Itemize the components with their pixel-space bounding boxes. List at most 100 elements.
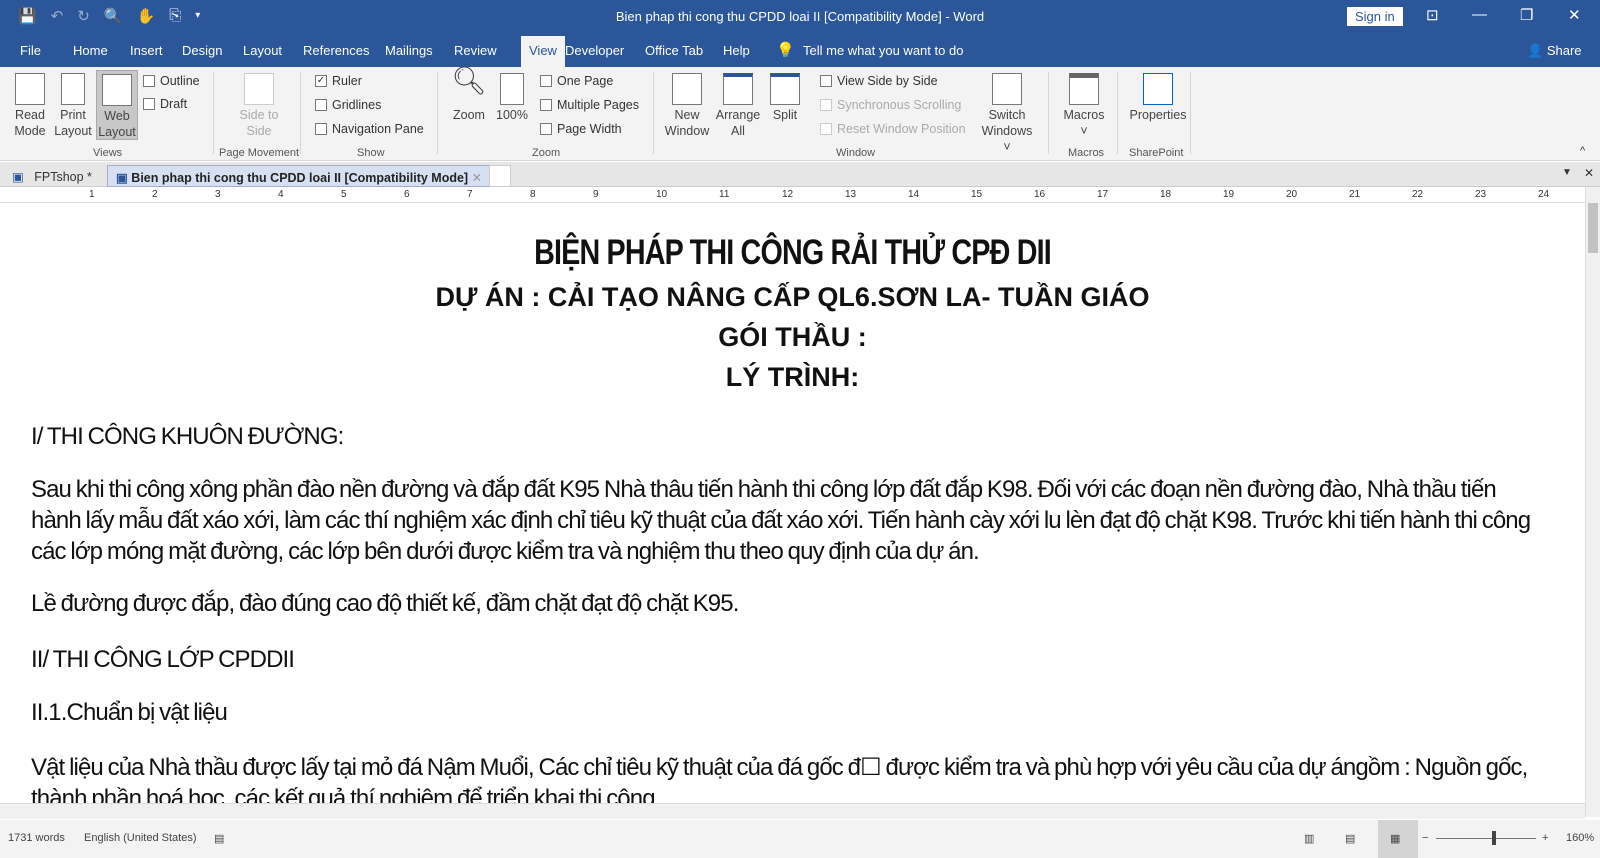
divider <box>1190 72 1191 154</box>
document-tabs: ▣ FPTshop * ▣ Bien phap thi cong thu CPD… <box>0 162 1600 187</box>
gridlines-checkbox[interactable]: Gridlines <box>315 98 381 112</box>
new-window-button[interactable]: New Window <box>662 73 712 139</box>
ruler-number: 3 <box>215 189 221 200</box>
switch-windows-button[interactable]: Switch Windows ˅ <box>978 73 1036 155</box>
one-page-button[interactable]: One Page <box>540 74 613 88</box>
one-page-icon <box>540 75 552 87</box>
divider <box>1117 72 1118 154</box>
person-icon: 👤 <box>1527 43 1544 58</box>
tab-home[interactable]: Home <box>73 43 108 58</box>
vertical-scrollbar[interactable] <box>1585 187 1600 817</box>
draft-button[interactable]: Draft <box>143 97 187 111</box>
ruler-number: 14 <box>908 189 920 200</box>
ruler-number: 6 <box>404 189 410 200</box>
divider <box>300 72 301 154</box>
macros-button[interactable]: Macros ˅ <box>1062 73 1106 139</box>
tab-help[interactable]: Help <box>723 43 750 58</box>
navigation-pane-checkbox[interactable]: Navigation Pane <box>315 122 424 136</box>
ruler-number: 10 <box>656 189 668 200</box>
doc-tab-active[interactable]: ▣ Bien phap thi cong thu CPDD loai II [C… <box>107 165 492 187</box>
read-mode-icon <box>15 73 45 105</box>
horizontal-ruler[interactable]: 1 2 3 4 5 6 7 8 9 10 11 12 13 14 15 16 17 18 19 20 21 22 23 24 <box>0 187 1585 203</box>
draft-icon <box>143 98 155 110</box>
multiple-pages-icon <box>540 99 552 111</box>
split-button[interactable]: Split <box>764 73 806 123</box>
tab-file[interactable]: File <box>20 43 41 58</box>
horizontal-scrollbar[interactable] <box>0 803 1585 819</box>
word-count[interactable]: 1731 words <box>8 832 65 844</box>
tab-layout[interactable]: Layout <box>243 43 282 58</box>
tab-list-dropdown-icon[interactable]: ▼ <box>1562 167 1572 178</box>
zoom-in-button[interactable]: + <box>1542 832 1548 844</box>
doc-tab-fptshop[interactable]: ▣ FPTshop * <box>4 165 104 187</box>
outline-button[interactable]: Outline <box>143 74 200 88</box>
tab-references[interactable]: References <box>303 43 369 58</box>
tab-design[interactable]: Design <box>182 43 222 58</box>
zoom-100-button[interactable]: 100% <box>494 73 530 123</box>
ruler-number: 2 <box>152 189 158 200</box>
web-layout-view-icon[interactable]: ▦ <box>1378 820 1418 858</box>
zoom-button[interactable]: 🔍︎ Zoom <box>449 67 489 123</box>
zoom-slider[interactable] <box>1436 838 1536 839</box>
proofing-icon[interactable]: ▤ <box>214 832 224 845</box>
window-group-label: Window <box>836 147 876 159</box>
tab-developer[interactable]: Developer <box>565 43 624 58</box>
arrange-all-button[interactable]: Arrange All <box>714 73 762 139</box>
divider <box>437 72 438 154</box>
close-tab-icon[interactable]: ✕ <box>472 171 482 185</box>
view-side-by-side-button[interactable]: View Side by Side <box>820 74 938 88</box>
ruler-number: 9 <box>593 189 599 200</box>
tell-me-search[interactable]: Tell me what you want to do <box>803 43 963 58</box>
ruler-number: 20 <box>1286 189 1298 200</box>
minimize-button[interactable]: — <box>1472 6 1487 23</box>
restore-button[interactable]: ❐ <box>1520 6 1533 24</box>
collapse-ribbon-icon[interactable]: ^ <box>1580 145 1585 157</box>
synchronous-scrolling-button[interactable]: Synchronous Scrolling <box>820 98 961 112</box>
zoom-group-label: Zoom <box>532 147 561 159</box>
close-button[interactable]: ✕ <box>1568 6 1581 24</box>
reset-window-position-button[interactable]: Reset Window Position <box>820 122 966 136</box>
zoom-out-button[interactable]: − <box>1422 832 1428 844</box>
print-layout-button[interactable]: Print Layout <box>53 73 93 139</box>
status-bar: 1731 words English (United States) ▤ ▥ ▤… <box>0 820 1600 858</box>
paragraph: Lề đường được đắp, đào đúng cao độ thiết… <box>31 590 739 617</box>
package-heading: GÓI THẦU : <box>718 322 867 352</box>
ruler-checkbox[interactable]: ✓ Ruler <box>315 74 362 88</box>
tab-view[interactable]: View <box>521 36 565 67</box>
zoom-level[interactable]: 160% <box>1566 832 1594 844</box>
arrange-all-icon <box>723 73 753 105</box>
read-mode-view-icon[interactable]: ▥ <box>1304 832 1314 845</box>
close-all-icon[interactable]: ✕ <box>1584 166 1594 180</box>
page-width-button[interactable]: Page Width <box>540 122 622 136</box>
read-mode-button[interactable]: Read Mode <box>10 73 50 139</box>
zoom-slider-thumb[interactable] <box>1492 831 1496 845</box>
tab-mailings[interactable]: Mailings <box>385 43 433 58</box>
print-layout-view-icon[interactable]: ▤ <box>1345 832 1355 845</box>
ruler-number: 1 <box>89 189 95 200</box>
multiple-pages-button[interactable]: Multiple Pages <box>540 98 639 112</box>
ribbon-display-options-icon[interactable]: ⊡ <box>1426 6 1439 24</box>
tab-office-tab[interactable]: Office Tab <box>645 43 703 58</box>
properties-button[interactable]: Properties <box>1125 73 1191 123</box>
document-body[interactable]: BIỆN PHÁP THI CÔNG RẢI THỬ CPĐ DII DỰ ÁN… <box>0 203 1585 803</box>
ruler-number: 5 <box>341 189 347 200</box>
language[interactable]: English (United States) <box>84 832 197 844</box>
share-button[interactable]: 👤 Share <box>1527 43 1582 59</box>
web-layout-button[interactable]: Web Layout <box>96 70 138 140</box>
ruler-number: 23 <box>1475 189 1487 200</box>
tab-insert[interactable]: Insert <box>130 43 163 58</box>
lightbulb-icon: 💡 <box>776 42 795 59</box>
paragraph: Vật liệu của Nhà thầu được lấy tại mỏ đá… <box>31 754 1528 803</box>
divider <box>213 72 214 154</box>
sign-in-button[interactable]: Sign in <box>1347 7 1403 26</box>
zoom-100-icon <box>500 73 524 105</box>
scrollbar-thumb[interactable] <box>1588 203 1598 253</box>
ruler-number: 4 <box>278 189 284 200</box>
ruler-number: 11 <box>719 189 730 200</box>
tab-review[interactable]: Review <box>454 43 497 58</box>
ruler-number: 13 <box>845 189 857 200</box>
new-tab-button[interactable] <box>489 165 511 187</box>
word-doc-icon: ▣ <box>12 170 24 184</box>
side-to-side-button[interactable]: Side to Side <box>235 73 283 139</box>
ruler-number: 12 <box>782 189 794 200</box>
